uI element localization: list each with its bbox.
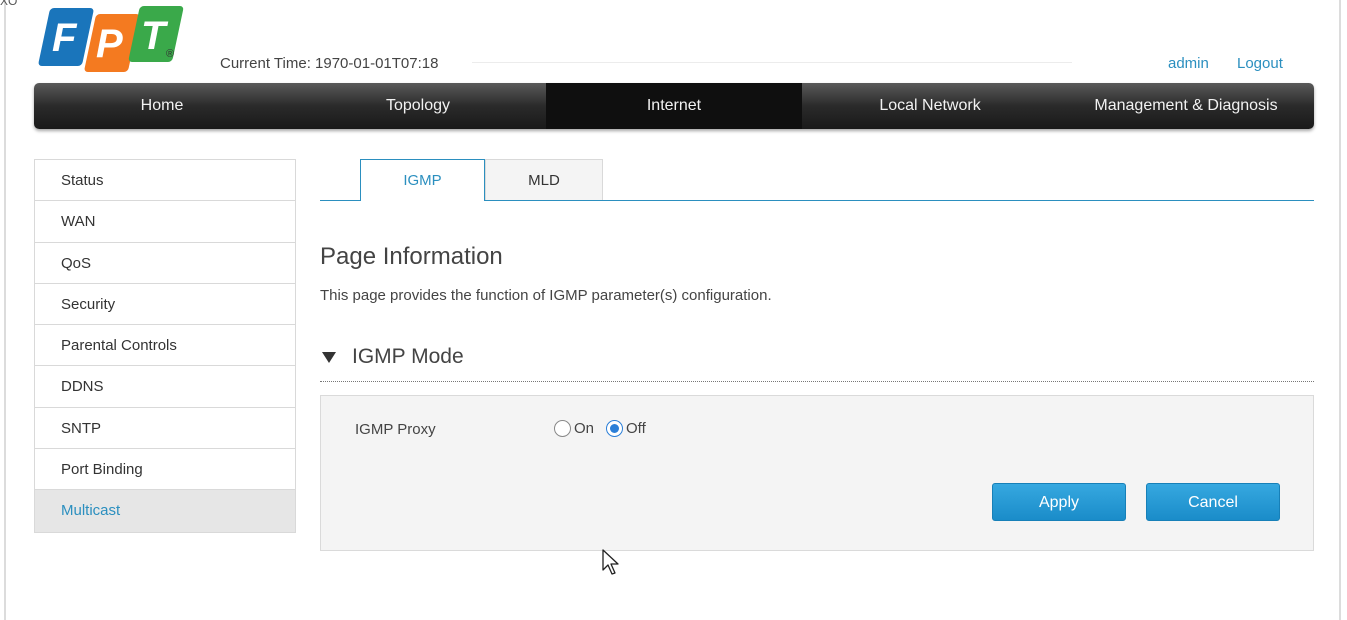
current-time: Current Time: 1970-01-01T07:18 — [220, 55, 439, 72]
section-title: IGMP Mode — [352, 345, 464, 368]
radio-off[interactable] — [606, 420, 624, 437]
tab-igmp[interactable]: IGMP — [360, 159, 485, 201]
page-description: This page provides the function of IGMP … — [320, 287, 772, 304]
apply-button[interactable]: Apply — [992, 483, 1126, 521]
tab-mld[interactable]: MLD — [485, 159, 603, 200]
logo-letter-f: F — [52, 16, 77, 60]
mouse-cursor-icon — [602, 549, 619, 575]
cancel-button[interactable]: Cancel — [1146, 483, 1280, 521]
section-divider — [320, 381, 1314, 382]
sidebar-item-ddns[interactable]: DDNS — [35, 366, 295, 408]
sidebar-item-sntp[interactable]: SNTP — [35, 407, 295, 450]
corner-text: XO — [0, 0, 18, 8]
sidebar-item-parental-controls[interactable]: Parental Controls — [35, 325, 295, 367]
sidebar-item-status[interactable]: Status — [35, 160, 295, 202]
sidebar-item-wan[interactable]: WAN — [35, 201, 295, 243]
igmp-proxy-label: IGMP Proxy — [355, 421, 436, 438]
main-nav: Home Topology Internet Local Network Man… — [34, 83, 1314, 129]
fpt-logo[interactable]: F P T ® — [37, 6, 184, 74]
registered-mark: ® — [166, 48, 175, 60]
radio-on-label[interactable]: On — [574, 420, 594, 437]
frame-right-border — [1339, 0, 1341, 620]
nav-topology[interactable]: Topology — [290, 83, 546, 129]
nav-internet[interactable]: Internet — [546, 83, 802, 129]
section-header-igmp-mode[interactable]: IGMP Mode — [322, 345, 464, 369]
sidebar-item-qos[interactable]: QoS — [35, 242, 295, 284]
frame-left-border — [4, 0, 6, 620]
header-divider — [472, 62, 1072, 63]
logo-letter-t: T — [141, 14, 166, 58]
igmp-proxy-radio-group: On Off — [554, 420, 658, 437]
radio-on[interactable] — [554, 420, 571, 437]
nav-home[interactable]: Home — [34, 83, 290, 129]
collapse-triangle-icon[interactable] — [322, 351, 336, 363]
page-title: Page Information — [320, 243, 503, 270]
nav-local-network[interactable]: Local Network — [802, 83, 1058, 129]
sidebar-item-security[interactable]: Security — [35, 283, 295, 326]
sidebar-item-port-binding[interactable]: Port Binding — [35, 449, 295, 491]
logout-link[interactable]: Logout — [1237, 55, 1283, 72]
sidebar-item-multicast[interactable]: Multicast — [35, 490, 295, 532]
igmp-settings-panel: IGMP Proxy On Off Apply Cancel — [320, 395, 1314, 551]
admin-link[interactable]: admin — [1168, 55, 1209, 72]
nav-management-diagnosis[interactable]: Management & Diagnosis — [1058, 83, 1314, 129]
sidebar: Status WAN QoS Security Parental Control… — [34, 159, 296, 533]
logo-letter-p: P — [96, 22, 123, 66]
radio-off-label[interactable]: Off — [626, 420, 646, 437]
